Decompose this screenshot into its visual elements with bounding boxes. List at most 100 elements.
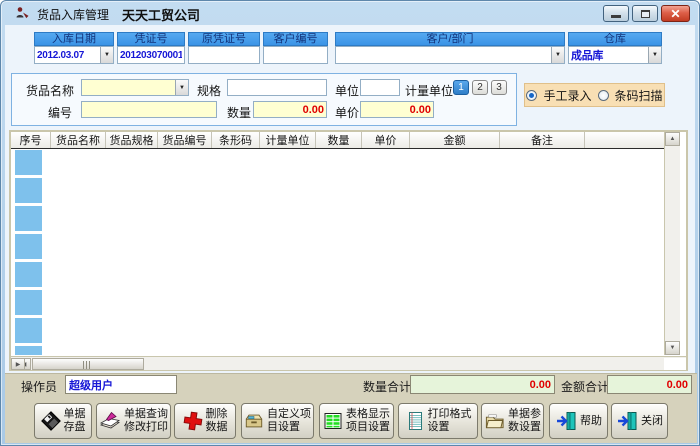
delete-data-button[interactable]: 删除数据 (174, 403, 236, 439)
scrollbar-corner (664, 358, 686, 370)
column-header[interactable]: 单价 (362, 132, 410, 148)
chevron-down-icon[interactable]: ▼ (648, 47, 661, 63)
code-label: 编号 (48, 104, 72, 121)
price-input[interactable] (361, 104, 433, 116)
window-controls (603, 5, 690, 22)
qty-box (253, 101, 327, 118)
vertical-scrollbar[interactable]: ▲ ▼ (664, 132, 680, 355)
column-header[interactable]: 金额 (410, 132, 500, 148)
table-row[interactable] (15, 178, 42, 203)
column-header[interactable]: 条形码 (212, 132, 260, 148)
code-input[interactable] (82, 104, 216, 116)
document-params-settings-button[interactable]: 单据参数设置 (481, 403, 544, 439)
qty-input[interactable] (254, 104, 326, 116)
qty-total-label: 数量合计 (363, 378, 411, 395)
app-icon (14, 5, 30, 21)
warehouse-input[interactable] (569, 49, 648, 61)
voucher-no-label: 凭证号 (117, 32, 185, 46)
button-label: 设置 (428, 421, 450, 434)
scrollbar-thumb[interactable] (32, 358, 144, 370)
table-row[interactable] (15, 234, 42, 259)
customer-no-box (263, 46, 328, 64)
help-button[interactable]: 帮助 (549, 403, 608, 439)
price-box (360, 101, 434, 118)
customer-dept-combo: ▼ (335, 46, 565, 64)
chevron-down-icon[interactable]: ▼ (175, 80, 188, 95)
close-form-button[interactable]: 关闭 (611, 403, 668, 439)
column-header[interactable]: 备注 (500, 132, 585, 148)
field-warehouse: 仓库 ▼ (568, 32, 662, 46)
column-header[interactable]: 计量单位 (260, 132, 316, 148)
minimize-button[interactable] (603, 5, 629, 22)
goods-name-input[interactable] (82, 82, 175, 94)
table-row[interactable] (15, 290, 42, 315)
button-label: 帮助 (580, 415, 602, 428)
button-label: 自定义项 (267, 408, 311, 421)
table-row[interactable] (15, 206, 42, 231)
column-header[interactable]: 货品编号 (158, 132, 212, 148)
entry-date-label: 入库日期 (34, 32, 114, 46)
input-mode-panel: 手工录入 条码扫描 (524, 83, 665, 107)
button-label: 数设置 (508, 421, 541, 434)
custom-items-settings-button[interactable]: 自定义项目设置 (241, 403, 314, 439)
measure-unit-2-button[interactable]: 2 (472, 80, 488, 95)
original-voucher-no-label: 原凭证号 (188, 32, 260, 46)
scroll-up-icon[interactable]: ▲ (665, 132, 680, 146)
qty-total-box (410, 375, 555, 394)
save-document-button[interactable]: 单据存盘 (34, 403, 92, 439)
manual-entry-radio[interactable] (526, 90, 537, 101)
table-row[interactable] (15, 346, 42, 355)
customer-dept-label: 客户/部门 (335, 32, 565, 46)
query-modify-print-button[interactable]: 单据查询修改打印 (96, 403, 171, 439)
goods-name-label: 货品名称 (26, 82, 74, 99)
notepad-icon (405, 411, 425, 431)
measure-unit-3-button[interactable]: 3 (491, 80, 507, 95)
voucher-no-input[interactable] (118, 50, 184, 61)
measure-unit-1-button[interactable]: 1 (453, 80, 469, 95)
exit-door-icon (555, 411, 577, 431)
button-label: 打印格式 (428, 408, 472, 421)
minimize-icon (611, 15, 621, 18)
button-label: 修改打印 (124, 421, 168, 434)
entry-date-combo: ▼ (34, 46, 114, 64)
title-bar: 货品入库管理 天天工贸公司 (1, 1, 699, 25)
scroll-down-icon[interactable]: ▼ (665, 341, 680, 355)
operator-input[interactable] (66, 376, 176, 393)
barcode-scan-radio[interactable] (598, 90, 609, 101)
print-format-settings-button[interactable]: 打印格式设置 (398, 403, 478, 439)
column-header[interactable]: 数量 (316, 132, 362, 148)
table-row[interactable] (15, 318, 42, 343)
grid-header-row: 序号 货品名称 货品规格 货品编号 条形码 计量单位 数量 单价 金额 备注 (11, 132, 664, 149)
spec-input[interactable] (228, 82, 326, 94)
column-header[interactable]: 货品规格 (106, 132, 158, 148)
entry-date-input[interactable] (35, 50, 100, 61)
customer-no-input[interactable] (264, 50, 327, 61)
table-display-settings-button[interactable]: 表格显示项目设置 (319, 403, 394, 439)
scroll-right-icon[interactable]: ▶ (11, 358, 25, 370)
red-cross-icon (183, 411, 203, 431)
table-row[interactable] (15, 262, 42, 287)
customer-dept-input[interactable] (336, 50, 551, 61)
operator-label: 操作员 (21, 378, 57, 395)
button-label: 单据 (64, 408, 86, 421)
button-label: 数据 (206, 421, 228, 434)
table-index-column (15, 150, 42, 355)
button-label: 存盘 (64, 421, 86, 434)
horizontal-scrollbar[interactable]: ◀ ▶ (11, 356, 686, 370)
original-voucher-no-input[interactable] (189, 50, 259, 61)
spec-box (227, 79, 327, 96)
column-header[interactable]: 货品名称 (51, 132, 106, 148)
table-row[interactable] (15, 150, 42, 175)
chevron-down-icon[interactable]: ▼ (551, 47, 564, 63)
grid-body[interactable] (11, 150, 664, 355)
price-label: 单价 (335, 104, 359, 121)
app-window: 货品入库管理 天天工贸公司 入库日期 ▼ 凭证号 原凭证号 客户编号 (0, 0, 700, 446)
close-button[interactable] (661, 5, 690, 22)
company-name: 天天工贸公司 (122, 5, 200, 24)
column-header[interactable]: 序号 (11, 132, 51, 148)
chevron-down-icon[interactable]: ▼ (100, 47, 113, 63)
button-label: 项目设置 (346, 421, 390, 434)
amount-total-label: 金额合计 (561, 378, 609, 395)
maximize-button[interactable] (632, 5, 658, 22)
unit-input[interactable] (361, 82, 399, 94)
